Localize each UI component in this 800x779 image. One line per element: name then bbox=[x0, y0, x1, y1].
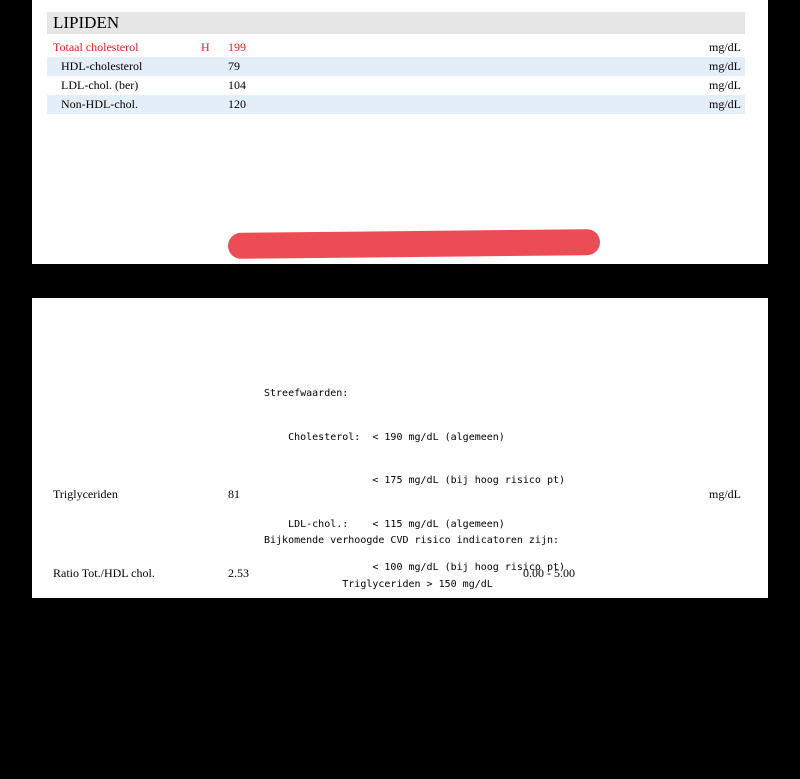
result-name: Non-HDL-chol. bbox=[61, 97, 138, 111]
result-unit: mg/dL bbox=[709, 40, 741, 54]
triglyceriden-name: Triglyceriden bbox=[53, 487, 118, 501]
result-value: 199 bbox=[228, 40, 246, 54]
redaction-mark bbox=[227, 229, 601, 259]
result-value: 104 bbox=[228, 78, 246, 92]
cvd-line: Triglyceriden > 150 mg/dL bbox=[264, 578, 493, 590]
result-unit: mg/dL bbox=[709, 59, 741, 73]
lipiden-panel: LIPIDEN Totaal cholesterol H 199 mg/dL H… bbox=[32, 0, 768, 264]
ratio-name: Ratio Tot./HDL chol. bbox=[53, 566, 155, 580]
table-row-totaal-cholesterol: Totaal cholesterol H 199 mg/dL bbox=[47, 38, 745, 57]
reference-line: < 100 mg/dL (bij zeer hoog risico pt) bbox=[264, 736, 596, 747]
reference-line: < 175 mg/dL (bij hoog risico pt) bbox=[264, 475, 566, 486]
table-row-hdl-cholesterol: HDL-cholesterol 79 mg/dL bbox=[47, 57, 745, 76]
reference-line: Streefwaarden: bbox=[264, 388, 349, 399]
result-name: HDL-cholesterol bbox=[61, 59, 143, 73]
table-row-ldl-chol: LDL-chol. (ber) 104 mg/dL bbox=[47, 76, 745, 95]
reference-line: Cholesterol: < 190 mg/dL (algemeen) bbox=[264, 431, 505, 443]
result-unit: mg/dL bbox=[709, 78, 741, 92]
section-title: LIPIDEN bbox=[47, 12, 745, 34]
cvd-line: < 46 mg/dL (vrouwen) bbox=[264, 665, 553, 677]
cvd-indicators-block: Bijkomende verhoogde CVD risico indicato… bbox=[264, 505, 565, 708]
result-unit: mg/dL bbox=[709, 97, 741, 111]
triglyceriden-value: 81 bbox=[228, 487, 240, 501]
cvd-line: HDL chol.: < 40 mg/dL (mannen) of bbox=[264, 622, 566, 633]
result-name: Totaal cholesterol bbox=[53, 40, 139, 54]
result-name: LDL-chol. (ber) bbox=[61, 78, 139, 92]
high-flag: H bbox=[201, 40, 210, 54]
ratio-value: 2.53 bbox=[228, 566, 249, 580]
result-value: 79 bbox=[228, 59, 240, 73]
results-continued-panel: Streefwaarden: Cholesterol: < 190 mg/dL … bbox=[32, 298, 768, 747]
table-row-non-hdl-chol: Non-HDL-chol. 120 mg/dL bbox=[47, 95, 745, 114]
result-value: 120 bbox=[228, 97, 246, 111]
cvd-line: Bijkomende verhoogde CVD risico indicato… bbox=[264, 535, 560, 546]
ratio-reference-range: 0.00 - 5.00 bbox=[523, 566, 575, 580]
triglyceriden-unit: mg/dL bbox=[709, 487, 741, 501]
